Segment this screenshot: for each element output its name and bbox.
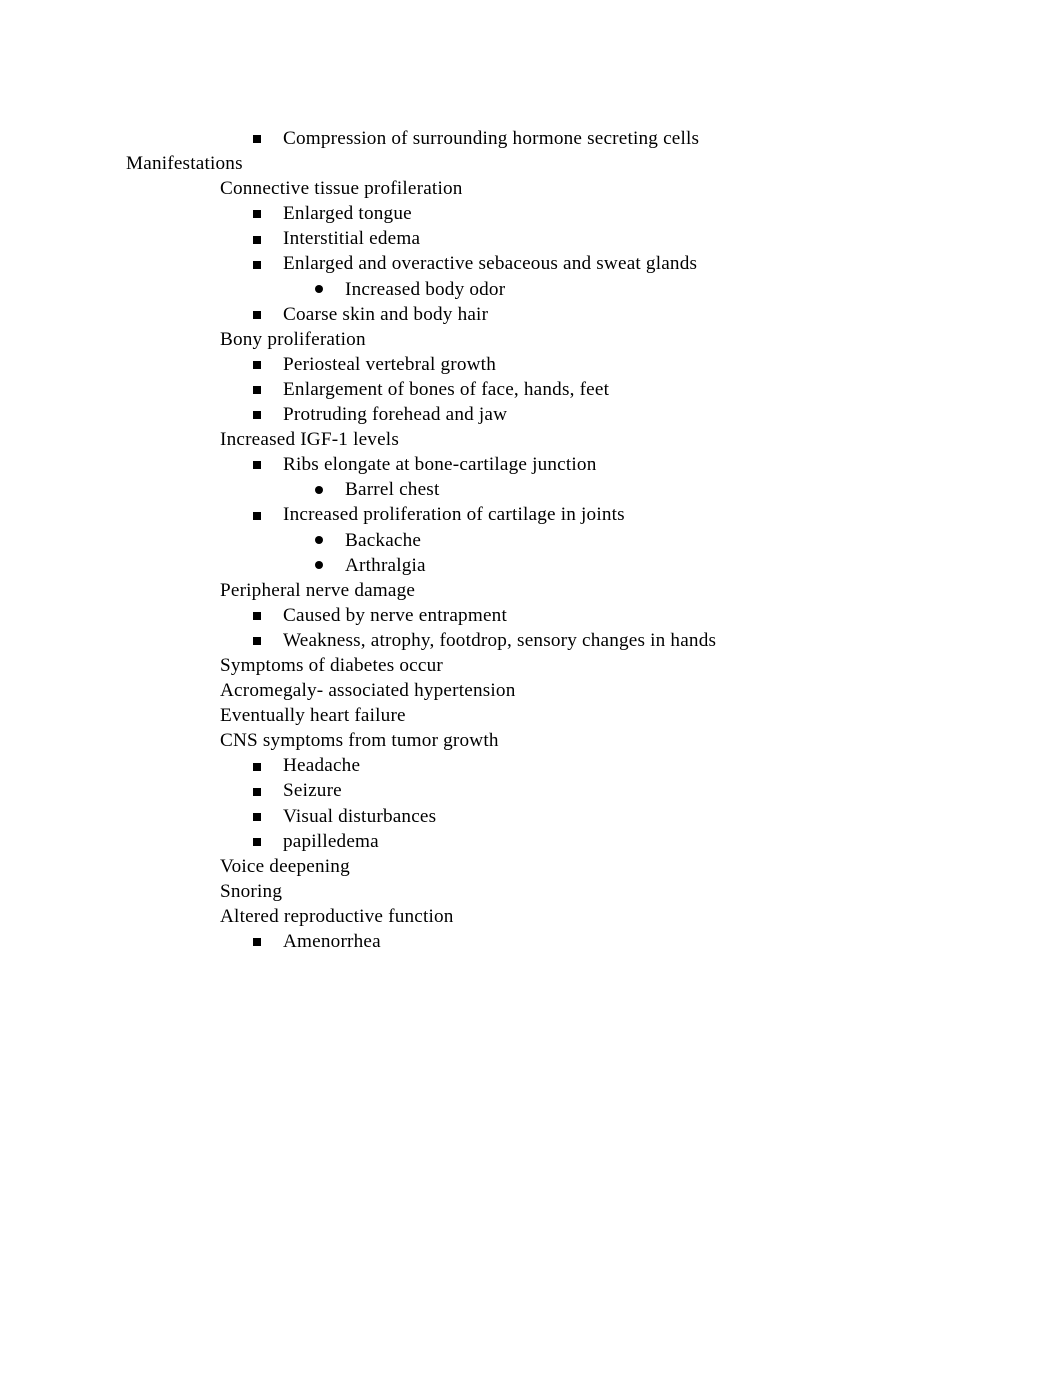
square-bullet-icon xyxy=(253,135,261,144)
square-bullet-icon xyxy=(253,812,261,821)
outline-item-text: Interstitial edema xyxy=(283,228,421,250)
outline-item: Backache xyxy=(0,528,1062,553)
square-bullet-icon xyxy=(253,386,261,395)
outline-item: Periosteal vertebral growth xyxy=(0,352,1062,377)
square-bullet-icon xyxy=(253,260,261,269)
outline-item: Barrel chest xyxy=(0,477,1062,502)
outline-item-text: CNS symptoms from tumor growth xyxy=(220,730,499,752)
outline-item-text: Weakness, atrophy, footdrop, sensory cha… xyxy=(283,629,717,651)
outline-item-text: papilledema xyxy=(283,830,379,852)
outline-item: Increased IGF-1 levels xyxy=(0,427,1062,452)
outline-item-text: Caused by nerve entrapment xyxy=(283,604,507,626)
square-bullet-icon xyxy=(253,611,261,620)
outline-item: Protruding forehead and jaw xyxy=(0,402,1062,427)
outline-item: Amenorrhea xyxy=(0,929,1062,954)
outline-item-text: Arthralgia xyxy=(345,554,426,576)
outline-item-text: Enlarged tongue xyxy=(283,203,412,225)
outline-item-text: Voice deepening xyxy=(220,855,350,877)
outline-item-text: Visual disturbances xyxy=(283,805,437,827)
outline-item: Eventually heart failure xyxy=(0,703,1062,728)
round-bullet-icon xyxy=(315,485,323,494)
square-bullet-icon xyxy=(253,511,261,520)
outline-item: Bony proliferation xyxy=(0,327,1062,352)
outline-item: Visual disturbances xyxy=(0,804,1062,829)
outline-item-text: Coarse skin and body hair xyxy=(283,303,489,325)
round-bullet-icon xyxy=(315,536,323,545)
outline-item: Peripheral nerve damage xyxy=(0,578,1062,603)
outline-item: Enlargement of bones of face, hands, fee… xyxy=(0,377,1062,402)
outline-item-text: Symptoms of diabetes occur xyxy=(220,654,443,676)
outline-item: CNS symptoms from tumor growth xyxy=(0,728,1062,753)
outline-item-text: Enlarged and overactive sebaceous and sw… xyxy=(283,253,698,275)
outline-item: papilledema xyxy=(0,829,1062,854)
outline-item-text: Manifestations xyxy=(126,153,243,175)
outline-item-text: Increased proliferation of cartilage in … xyxy=(283,504,625,526)
outline-item-text: Connective tissue profileration xyxy=(220,178,463,200)
outline-item-text: Bony proliferation xyxy=(220,328,366,350)
outline-list: Compression of surrounding hormone secre… xyxy=(0,126,1062,954)
outline-item: Enlarged tongue xyxy=(0,201,1062,226)
outline-item-text: Increased body odor xyxy=(345,278,506,300)
document-page: Compression of surrounding hormone secre… xyxy=(0,0,1062,1376)
square-bullet-icon xyxy=(253,210,261,219)
outline-item-text: Headache xyxy=(283,755,361,777)
outline-item: Ribs elongate at bone-cartilage junction xyxy=(0,452,1062,477)
outline-item-text: Altered reproductive function xyxy=(220,905,454,927)
outline-item-text: Periosteal vertebral growth xyxy=(283,353,496,375)
square-bullet-icon xyxy=(253,637,261,646)
square-bullet-icon xyxy=(253,235,261,244)
outline-item: Weakness, atrophy, footdrop, sensory cha… xyxy=(0,628,1062,653)
outline-item: Increased proliferation of cartilage in … xyxy=(0,502,1062,527)
outline-item: Caused by nerve entrapment xyxy=(0,603,1062,628)
round-bullet-icon xyxy=(315,561,323,570)
outline-item-text: Ribs elongate at bone-cartilage junction xyxy=(283,454,597,476)
outline-item: Coarse skin and body hair xyxy=(0,302,1062,327)
outline-item-text: Protruding forehead and jaw xyxy=(283,404,508,426)
outline-item: Enlarged and overactive sebaceous and sw… xyxy=(0,251,1062,276)
outline-item: Interstitial edema xyxy=(0,226,1062,251)
outline-item-text: Amenorrhea xyxy=(283,931,381,952)
outline-item-text: Compression of surrounding hormone secre… xyxy=(283,128,700,149)
outline-item-text: Snoring xyxy=(220,880,283,902)
square-bullet-icon xyxy=(253,310,261,319)
outline-item: Compression of surrounding hormone secre… xyxy=(0,126,1062,151)
square-bullet-icon xyxy=(253,411,261,420)
outline-item: Snoring xyxy=(0,879,1062,904)
square-bullet-icon xyxy=(253,361,261,370)
square-bullet-icon xyxy=(253,461,261,470)
square-bullet-icon xyxy=(253,762,261,771)
outline-item-text: Seizure xyxy=(283,780,342,802)
outline-item-text: Increased IGF-1 levels xyxy=(220,429,399,451)
outline-item-text: Eventually heart failure xyxy=(220,705,406,727)
outline-item: Voice deepening xyxy=(0,854,1062,879)
outline-item-text: Enlargement of bones of face, hands, fee… xyxy=(283,378,610,400)
round-bullet-icon xyxy=(315,285,323,294)
outline-item: Connective tissue profileration xyxy=(0,176,1062,201)
outline-item: Symptoms of diabetes occur xyxy=(0,653,1062,678)
outline-item: Altered reproductive function xyxy=(0,904,1062,929)
outline-item: Manifestations xyxy=(0,151,1062,176)
outline-item-text: Peripheral nerve damage xyxy=(220,579,416,601)
outline-item: Acromegaly- associated hypertension xyxy=(0,678,1062,703)
square-bullet-icon xyxy=(253,787,261,796)
outline-item-text: Acromegaly- associated hypertension xyxy=(220,680,516,702)
outline-item: Arthralgia xyxy=(0,553,1062,578)
square-bullet-icon xyxy=(253,938,261,947)
square-bullet-icon xyxy=(253,837,261,846)
outline-item: Seizure xyxy=(0,778,1062,803)
outline-item-text: Backache xyxy=(345,529,422,551)
outline-item: Headache xyxy=(0,753,1062,778)
outline-item: Increased body odor xyxy=(0,277,1062,302)
outline-item-text: Barrel chest xyxy=(345,479,440,501)
